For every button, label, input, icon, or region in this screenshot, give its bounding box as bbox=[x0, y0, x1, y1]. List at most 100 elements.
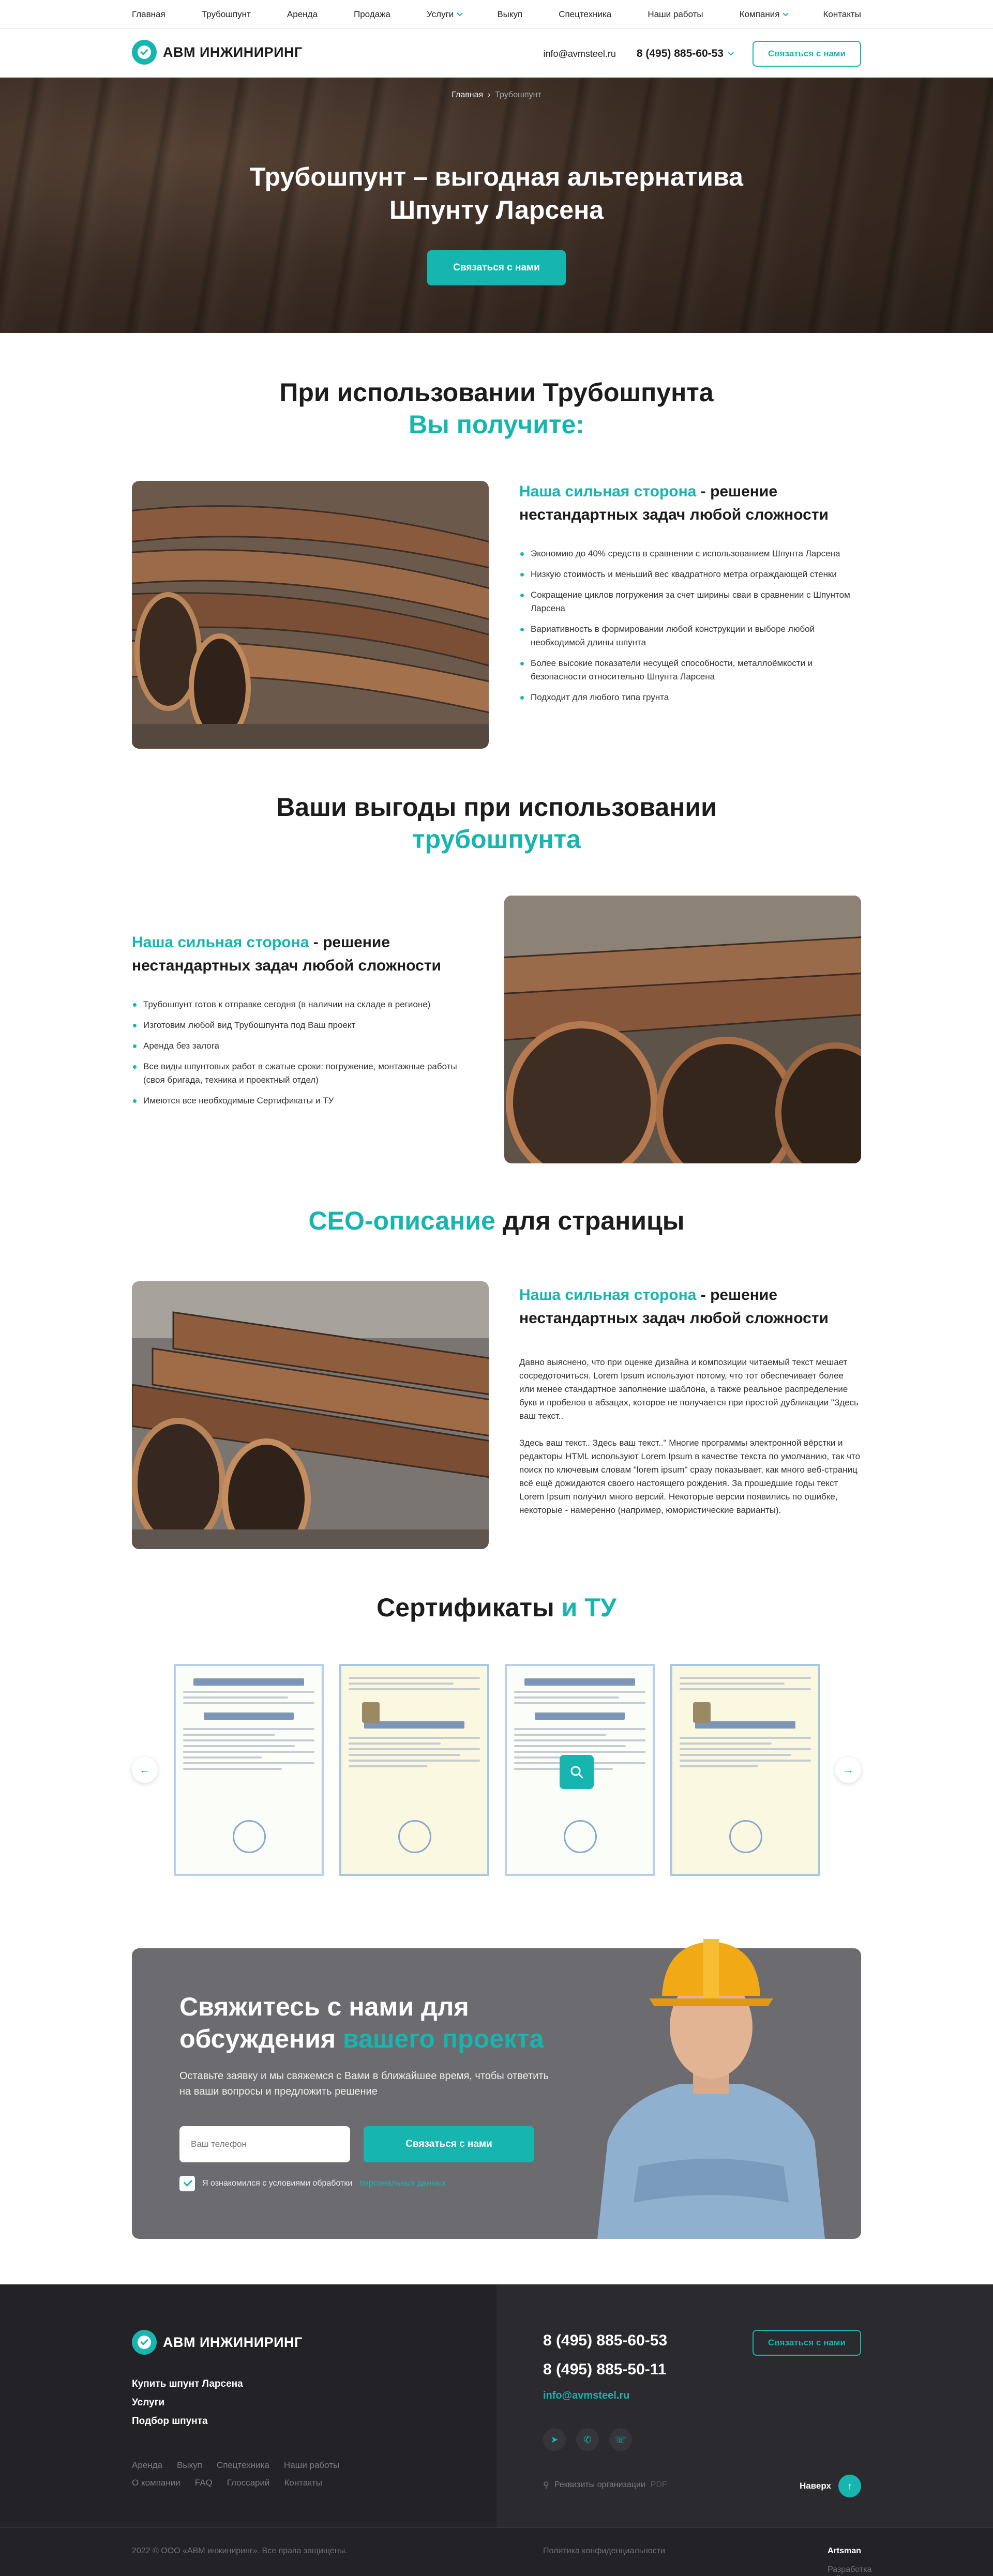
list-item: Аренда без залога bbox=[132, 1039, 473, 1053]
benefits-heading: Наша сильная сторона - решение нестандар… bbox=[519, 483, 829, 523]
hero-banner: Главная › Трубошпунт Трубошпунт – выгодн… bbox=[0, 78, 993, 333]
advantages-heading: Наша сильная сторона - решение нестандар… bbox=[132, 934, 441, 974]
contact-title: Свяжитесь с нами для обсуждения вашего п… bbox=[179, 1992, 544, 2053]
header-contacts: info@avmsteel.ru 8 (495) 885-60-53 Связа… bbox=[544, 41, 861, 67]
nav-item-trubospunt[interactable]: Трубошпунт bbox=[202, 9, 251, 20]
arrow-right-icon: → bbox=[842, 1763, 854, 1776]
consent-checkbox[interactable] bbox=[179, 2176, 195, 2191]
nav-item-home[interactable]: Главная bbox=[132, 9, 166, 20]
list-item: Трубошпунт готов к отправке сегодня (в н… bbox=[132, 998, 473, 1011]
footer-secondary-links: Аренда Выкуп Спецтехника Наши работы О к… bbox=[132, 2460, 401, 2488]
logo[interactable]: АВМ ИНЖИНИРИНГ bbox=[132, 40, 303, 65]
whatsapp-icon[interactable]: ✆ bbox=[576, 2428, 599, 2451]
footer-contacts: 8 (495) 885-60-53 8 (495) 885-50-11 info… bbox=[543, 2332, 667, 2402]
contact-form-section: Свяжитесь с нами для обсуждения вашего п… bbox=[132, 1939, 861, 2239]
list-item: Вариативность в формировании любой конст… bbox=[519, 623, 861, 649]
header-email-link[interactable]: info@avmsteel.ru bbox=[544, 49, 616, 59]
footer-link[interactable]: Спецтехника bbox=[217, 2460, 269, 2471]
list-item: Более высокие показатели несущей способн… bbox=[519, 657, 861, 684]
benefits-list: Экономию до 40% средств в сравнении с ис… bbox=[519, 547, 861, 704]
certificate-card[interactable] bbox=[339, 1664, 489, 1876]
certificate-card[interactable] bbox=[174, 1664, 324, 1876]
nav-item-sale[interactable]: Продажа bbox=[354, 9, 390, 20]
seo-paragraph-2: Здесь ваш текст.. Здесь ваш текст.." Мно… bbox=[519, 1438, 861, 1515]
worker-photo bbox=[597, 1939, 825, 2239]
nav-item-company[interactable]: Компания bbox=[740, 9, 789, 20]
footer-email[interactable]: info@avmsteel.ru bbox=[543, 2390, 667, 2402]
phone-input[interactable] bbox=[179, 2126, 350, 2162]
certificate-zoom-button[interactable] bbox=[560, 1755, 594, 1789]
header-contact-button[interactable]: Связаться с нами bbox=[753, 41, 861, 67]
footer-right-panel bbox=[496, 2284, 993, 2527]
carousel-prev-button[interactable]: ← bbox=[132, 1757, 158, 1783]
breadcrumb-home[interactable]: Главная bbox=[452, 90, 483, 99]
footer-logo[interactable]: АВМ ИНЖИНИРИНГ bbox=[132, 2330, 303, 2355]
footer-link[interactable]: Подбор шпунта bbox=[132, 2416, 243, 2427]
seo-paragraph-1: Давно выяснено, что при оценке дизайна и… bbox=[519, 1357, 859, 1421]
requisites-link[interactable]: ⚲ Реквизиты организации PDF bbox=[543, 2480, 667, 2490]
logo-icon bbox=[132, 40, 157, 65]
hero-content: Главная › Трубошпунт Трубошпунт – выгодн… bbox=[0, 78, 993, 333]
footer-contact-button[interactable]: Связаться с нами bbox=[753, 2330, 861, 2356]
list-item: Экономию до 40% средств в сравнении с ис… bbox=[519, 547, 861, 560]
footer-link[interactable]: Контакты bbox=[284, 2478, 322, 2488]
hero-title: Трубошпунт – выгодная альтернатива Шпунт… bbox=[250, 162, 743, 224]
consent-link[interactable]: персональных данных bbox=[359, 2179, 446, 2188]
hero-contact-button[interactable]: Связаться с нами bbox=[427, 250, 566, 285]
seo-info: Наша сильная сторона - решение нестандар… bbox=[519, 1283, 861, 1517]
nav-item-services[interactable]: Услуги bbox=[427, 9, 463, 20]
seal-icon bbox=[564, 1820, 597, 1853]
benefits-info: Наша сильная сторона - решение нестандар… bbox=[519, 480, 861, 711]
footer-link[interactable]: Аренда bbox=[132, 2460, 162, 2471]
contact-submit-button[interactable]: Связаться с нами bbox=[364, 2126, 534, 2162]
seal-icon bbox=[233, 1820, 266, 1853]
list-item: Имеются все необходимые Сертификаты и ТУ bbox=[132, 1094, 473, 1108]
carousel-next-button[interactable]: → bbox=[835, 1757, 861, 1783]
seal-icon bbox=[729, 1820, 762, 1853]
nav-item-contacts[interactable]: Контакты bbox=[823, 9, 861, 20]
certificate-card[interactable] bbox=[670, 1664, 820, 1876]
search-icon bbox=[570, 1766, 583, 1779]
logo-text: АВМ ИНЖИНИРИНГ bbox=[163, 44, 303, 60]
breadcrumb: Главная › Трубошпунт bbox=[0, 90, 993, 100]
scroll-to-top[interactable]: Наверх ↑ bbox=[800, 2475, 861, 2497]
footer-link[interactable]: Услуги bbox=[132, 2397, 243, 2408]
emblem-icon bbox=[362, 1702, 380, 1723]
footer-phone-2[interactable]: 8 (495) 885-50-11 bbox=[543, 2361, 667, 2378]
site-header: АВМ ИНЖИНИРИНГ info@avmsteel.ru 8 (495) … bbox=[0, 29, 993, 77]
footer-link[interactable]: О компании bbox=[132, 2478, 180, 2488]
pipes-photo-1 bbox=[132, 481, 489, 749]
header-phone[interactable]: 8 (495) 885-60-53 bbox=[637, 48, 734, 60]
arrow-left-icon: ← bbox=[139, 1763, 151, 1776]
list-item: Изготовим любой вид Трубошпунта под Ваш … bbox=[132, 1019, 473, 1032]
nav-item-rent[interactable]: Аренда bbox=[287, 9, 318, 20]
site-footer: АВМ ИНЖИНИРИНГ Купить шпунт Ларсена Услу… bbox=[0, 2284, 993, 2576]
certificates-title: Сертификаты и ТУ bbox=[377, 1593, 616, 1622]
nav-item-machinery[interactable]: Спецтехника bbox=[559, 9, 611, 20]
contact-subtitle: Оставьте заявку и мы свяжемся с Вами в б… bbox=[179, 2070, 549, 2097]
footer-link[interactable]: Купить шпунт Ларсена bbox=[132, 2378, 243, 2390]
footer-socials: ➤ ✆ ☏ bbox=[543, 2428, 632, 2451]
section-benefits-title: При использовании Трубошпунта Вы получит… bbox=[279, 378, 714, 439]
developer-credit[interactable]: Разработка сайта - Artsman bbox=[828, 2547, 871, 2576]
paperclip-icon: ⚲ bbox=[543, 2481, 549, 2490]
viber-icon[interactable]: ☏ bbox=[609, 2428, 632, 2451]
footer-phone-1[interactable]: 8 (495) 885-60-53 bbox=[543, 2332, 667, 2350]
logo-icon bbox=[132, 2330, 157, 2355]
footer-main-links: Купить шпунт Ларсена Услуги Подбор шпунт… bbox=[132, 2378, 243, 2434]
top-nav-list: Главная Трубошпунт Аренда Продажа Услуги… bbox=[132, 0, 861, 29]
nav-item-works[interactable]: Наши работы bbox=[648, 9, 703, 20]
footer-link[interactable]: Выкуп bbox=[177, 2460, 202, 2471]
list-item: Сокращение циклов погружения за счет шир… bbox=[519, 588, 861, 615]
footer-link[interactable]: Наши работы bbox=[284, 2460, 339, 2471]
privacy-link[interactable]: Политика конфиденциальности bbox=[543, 2547, 665, 2556]
telegram-icon[interactable]: ➤ bbox=[543, 2428, 566, 2451]
chevron-down-icon bbox=[457, 10, 463, 17]
breadcrumb-separator: › bbox=[488, 90, 491, 99]
nav-item-buyback[interactable]: Выкуп bbox=[497, 9, 522, 20]
section-advantages-title: Ваши выгоды при использовании трубошпунт… bbox=[276, 793, 717, 854]
seo-heading: Наша сильная сторона - решение нестандар… bbox=[519, 1286, 829, 1327]
list-item: Низкую стоимость и меньший вес квадратно… bbox=[519, 568, 861, 581]
footer-link[interactable]: FAQ bbox=[195, 2478, 213, 2488]
footer-link[interactable]: Глоссарий bbox=[227, 2478, 270, 2488]
